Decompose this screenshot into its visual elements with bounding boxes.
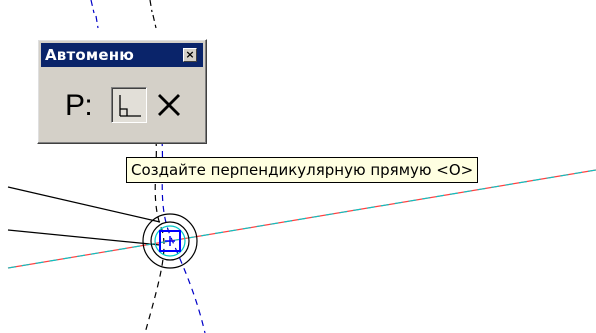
mode-label: Р: — [65, 89, 93, 122]
automenu-body: Р: — [41, 68, 203, 140]
automenu-title: Автоменю — [45, 46, 135, 64]
dashed-curve-top-left — [90, 0, 99, 29]
tooltip: Создайте перпендикулярную прямую <O> — [126, 157, 479, 183]
object-line-lower — [7, 229, 161, 246]
dashed-curve-top-right — [149, 0, 157, 29]
close-button[interactable]: × — [183, 48, 197, 62]
perpendicular-icon — [119, 95, 141, 117]
automenu-panel[interactable]: Автоменю × Р: — [37, 39, 207, 144]
cancel-button[interactable] — [152, 87, 186, 123]
automenu-titlebar[interactable]: Автоменю × — [41, 43, 203, 67]
cross-icon — [158, 94, 180, 116]
construction-line-cyan — [7, 169, 596, 269]
tooltip-text: Создайте перпендикулярную прямую <O> — [131, 161, 474, 179]
close-icon: × — [185, 48, 195, 61]
object-line-upper — [7, 186, 161, 223]
perpendicular-button[interactable] — [111, 87, 147, 123]
